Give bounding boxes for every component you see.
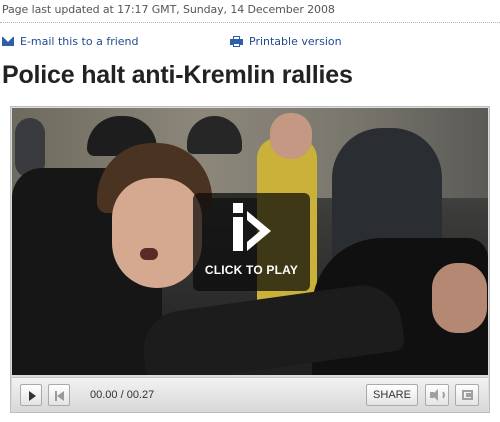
email-friend-label: E-mail this to a friend (20, 35, 139, 48)
click-to-play-overlay[interactable]: CLICK TO PLAY (193, 193, 310, 291)
time-readout: 00.00 / 00.27 (90, 389, 155, 401)
dotted-divider (0, 22, 500, 23)
printable-version-label: Printable version (249, 35, 342, 48)
video-figure (270, 113, 312, 159)
printable-version-link[interactable]: Printable version (230, 35, 342, 48)
story-tools: E-mail this to a friend Printable versio… (0, 35, 500, 49)
video-figure (432, 263, 487, 333)
volume-button[interactable] (425, 384, 449, 406)
play-icon (29, 391, 36, 401)
play-button[interactable] (20, 384, 42, 406)
video-player: CLICK TO PLAY 00.00 / 00.27 SHARE (10, 106, 490, 413)
share-button[interactable]: SHARE (366, 384, 418, 406)
player-controls: 00.00 / 00.27 SHARE (12, 377, 488, 411)
video-figure (112, 178, 202, 288)
video-area[interactable]: CLICK TO PLAY (12, 108, 488, 375)
video-figure (140, 248, 158, 260)
page-title: Police halt anti-Kremlin rallies (2, 61, 353, 89)
printer-icon (230, 36, 243, 47)
envelope-icon (2, 37, 14, 46)
last-updated-text: Page last updated at 17:17 GMT, Sunday, … (2, 3, 335, 16)
email-friend-link[interactable]: E-mail this to a friend (2, 35, 139, 48)
fullscreen-button[interactable] (455, 384, 479, 406)
click-to-play-logo (233, 203, 271, 251)
rewind-button[interactable] (48, 384, 70, 406)
click-to-play-label: CLICK TO PLAY (204, 263, 299, 277)
